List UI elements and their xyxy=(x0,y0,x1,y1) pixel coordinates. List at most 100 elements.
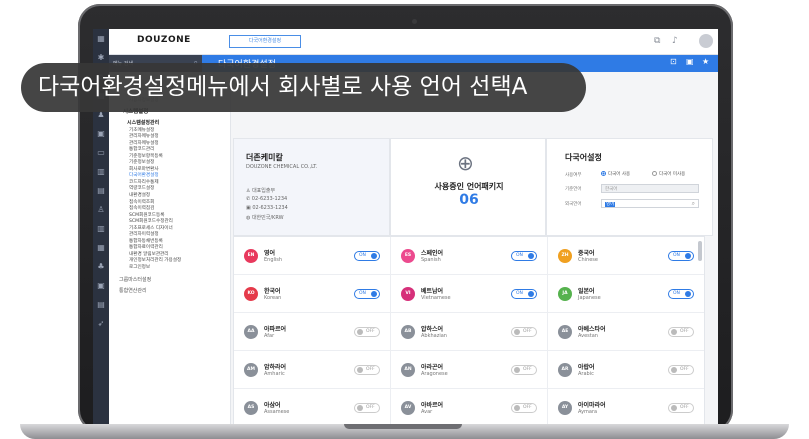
language-card: EN 영어 English ON xyxy=(234,237,391,275)
language-name: 압하스어 xyxy=(421,326,444,333)
company-card: 더존케미칼 DOUZONE CHEMICAL CO.,LT. ♙ 대표입출부 ✆… xyxy=(233,138,390,236)
star-icon[interactable]: ★ xyxy=(702,57,709,66)
language-card: AM 암하라어 Amharic OFF xyxy=(234,351,391,389)
language-code-icon: AR xyxy=(558,363,572,377)
language-english-name: Avestan xyxy=(578,333,598,339)
sidebar-group[interactable]: 통합연산관리 xyxy=(109,283,230,294)
package-count: 06 xyxy=(459,192,479,208)
language-toggle[interactable]: OFF xyxy=(511,327,537,337)
language-code-icon: KO xyxy=(244,287,258,301)
calendar-icon[interactable]: ▣ xyxy=(93,276,109,295)
base-language-field[interactable]: 한국어 xyxy=(601,184,699,193)
language-name: 베트남어 xyxy=(421,288,444,295)
table-icon[interactable]: ▦ xyxy=(93,238,109,257)
company-fax: ▣ 02-6233-1234 xyxy=(246,205,288,211)
language-toggle[interactable]: ON xyxy=(668,251,694,261)
language-card: ES 스페인어 Spanish ON xyxy=(391,237,548,275)
sidebar: 사용자정보설정 시스템설정 시스템설정관리 기초메뉴설정관리자메뉴설정관리자메뉴… xyxy=(109,72,231,426)
language-toggle[interactable]: OFF xyxy=(668,365,694,375)
plane-icon[interactable]: ➶ xyxy=(93,314,109,333)
language-english-name: Spanish xyxy=(421,257,441,263)
report-icon[interactable]: ▤ xyxy=(93,181,109,200)
language-toggle[interactable]: OFF xyxy=(511,403,537,413)
language-card: AV 아바르어 Avar OFF xyxy=(391,389,548,425)
language-english-name: Aymara xyxy=(578,409,598,415)
language-english-name: Afar xyxy=(264,333,275,339)
language-toggle[interactable]: OFF xyxy=(354,365,380,375)
radio-unused[interactable]: 다국어 미사용 xyxy=(652,171,685,177)
language-name: 일본어 xyxy=(578,288,595,295)
language-code-icon: AY xyxy=(558,401,572,415)
sidebar-item-list: 기초메뉴설정 관리자메뉴설정 관리자메뉴설정 통합코드관리 기준정보항목등록 기준정보설정… xyxy=(109,128,230,272)
language-toggle[interactable]: ON xyxy=(354,289,380,299)
language-toggle[interactable]: OFF xyxy=(354,327,380,337)
print-icon[interactable]: ▣ xyxy=(686,57,694,66)
company-ceo: ♙ 대표입출부 xyxy=(246,188,276,194)
language-toggle[interactable]: OFF xyxy=(511,365,537,375)
language-card: JA 일본어 Japanese ON xyxy=(548,275,704,313)
language-english-name: English xyxy=(264,257,283,263)
search-icon[interactable]: ⌕ xyxy=(692,200,695,208)
language-code-icon: ZH xyxy=(558,249,572,263)
language-card: AS 아삼어 Assamese OFF xyxy=(234,389,391,425)
language-toggle[interactable]: OFF xyxy=(668,403,694,413)
language-toggle[interactable]: OFF xyxy=(354,403,380,413)
base-language-label: 기준언어 xyxy=(565,187,582,192)
usage-label: 사용여부 xyxy=(565,173,582,178)
language-name: 영어 xyxy=(264,250,276,257)
language-name: 스페인어 xyxy=(421,250,444,257)
language-name: 중국어 xyxy=(578,250,595,257)
webcam xyxy=(412,19,417,24)
company-currency: ◍ 대한민국/KRW xyxy=(246,215,284,221)
company-phone: ✆ 02-6233-1234 xyxy=(246,196,288,202)
language-card: AY 아이마라어 Aymara OFF xyxy=(548,389,704,425)
expand-icon[interactable]: ⊡ xyxy=(670,57,677,66)
language-english-name: Vietnamese xyxy=(421,295,451,301)
sidebar-subsection[interactable]: 시스템설정관리 xyxy=(109,117,230,128)
language-name: 아라곤어 xyxy=(421,364,444,371)
language-code-icon: AB xyxy=(401,325,415,339)
language-name: 아바르어 xyxy=(421,402,444,409)
language-card: AA 아파르어 Afar OFF xyxy=(234,313,391,351)
language-toggle[interactable]: ON xyxy=(354,251,380,261)
language-toggle[interactable]: OFF xyxy=(668,327,694,337)
foreign-language-field[interactable]: 영어 ⌕ xyxy=(601,199,699,208)
language-toggle[interactable]: ON xyxy=(511,289,537,299)
language-toggle[interactable]: ON xyxy=(668,289,694,299)
archive-icon[interactable]: ▣ xyxy=(93,124,109,143)
avatar[interactable] xyxy=(699,34,713,48)
laptop-notch xyxy=(344,424,462,429)
language-code-icon: AS xyxy=(244,401,258,415)
bell-icon[interactable]: ♪ xyxy=(672,36,678,46)
language-name: 아랍어 xyxy=(578,364,595,371)
language-name: 한국어 xyxy=(264,288,281,295)
language-card: ZH 중국어 Chinese ON xyxy=(548,237,704,275)
language-english-name: Arabic xyxy=(578,371,594,377)
menu-tab-button[interactable]: 다국어환경설정 xyxy=(229,35,301,48)
language-english-name: Abkhazian xyxy=(421,333,447,339)
language-card: AN 아라곤어 Aragonese OFF xyxy=(391,351,548,389)
stats-icon[interactable]: ▥ xyxy=(93,219,109,238)
language-toggle[interactable]: ON xyxy=(511,251,537,261)
language-english-name: Aragonese xyxy=(421,371,448,377)
copy-icon[interactable]: ⧉ xyxy=(654,36,660,46)
language-english-name: Amharic xyxy=(264,371,285,377)
radio-use[interactable]: 다국어 사용 xyxy=(601,171,630,177)
language-card: VI 베트남어 Vietnamese ON xyxy=(391,275,548,313)
language-code-icon: EN xyxy=(244,249,258,263)
apps-grid-icon[interactable]: ▦ xyxy=(93,29,109,48)
douzone-logo: DOUZONE xyxy=(137,35,191,45)
language-english-name: Assamese xyxy=(264,409,290,415)
laptop-scene: ▦ ✱ ⌂ ▤ ♟ ▣ ▭ ▥ ▤ ♙ ▥ ▦ ♣ ▣ ▤ ➶ DOUZONE … xyxy=(0,0,809,439)
folder-icon[interactable]: ▭ xyxy=(93,143,109,162)
board-icon[interactable]: ▤ xyxy=(93,295,109,314)
share-icon[interactable]: ♣ xyxy=(93,257,109,276)
foreign-language-label: 외국언어 xyxy=(565,202,582,207)
language-card: KO 한국어 Korean ON xyxy=(234,275,391,313)
chart-icon[interactable]: ▥ xyxy=(93,162,109,181)
language-name: 아파르어 xyxy=(264,326,287,333)
language-english-name: Avar xyxy=(421,409,433,415)
language-card: AE 아베스타어 Avestan OFF xyxy=(548,313,704,351)
sidebar-group[interactable]: 그룹마스터설정 xyxy=(109,272,230,283)
user-icon[interactable]: ♙ xyxy=(93,200,109,219)
